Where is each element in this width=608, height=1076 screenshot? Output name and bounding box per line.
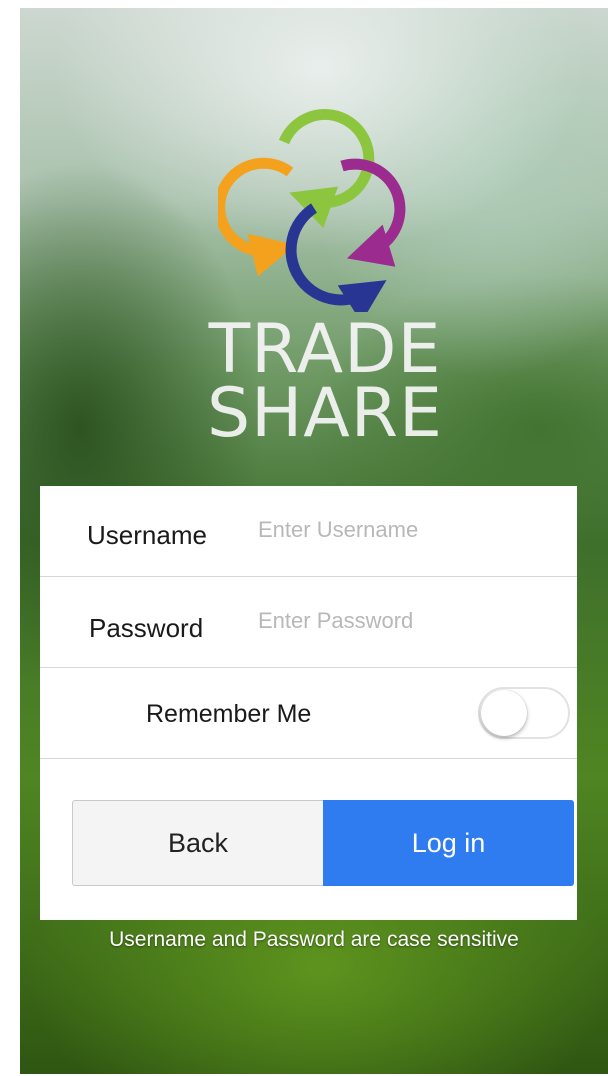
login-button[interactable]: Log in [323,800,574,886]
username-input[interactable] [258,510,558,550]
password-input[interactable] [258,601,558,641]
back-button[interactable]: Back [72,800,323,886]
case-sensitive-note: Username and Password are case sensitive [109,928,519,951]
username-label: Username [87,520,207,550]
username-row: Username [40,486,577,577]
remember-me-toggle[interactable] [478,687,570,739]
login-screen: TRADE SHARE Username Password Remember M… [20,8,608,1074]
remember-me-label: Remember Me [146,700,312,728]
circular-arrows-logo-icon [214,109,406,323]
password-label: Password [89,613,204,643]
trade-share-logo [214,102,438,323]
password-row: Password [40,577,577,668]
brand-name-line-2: SHARE [206,374,444,453]
remember-me-row: Remember Me [40,668,577,759]
toggle-knob [481,690,527,736]
login-card: Username Password Remember Me Back Log i… [40,486,577,920]
